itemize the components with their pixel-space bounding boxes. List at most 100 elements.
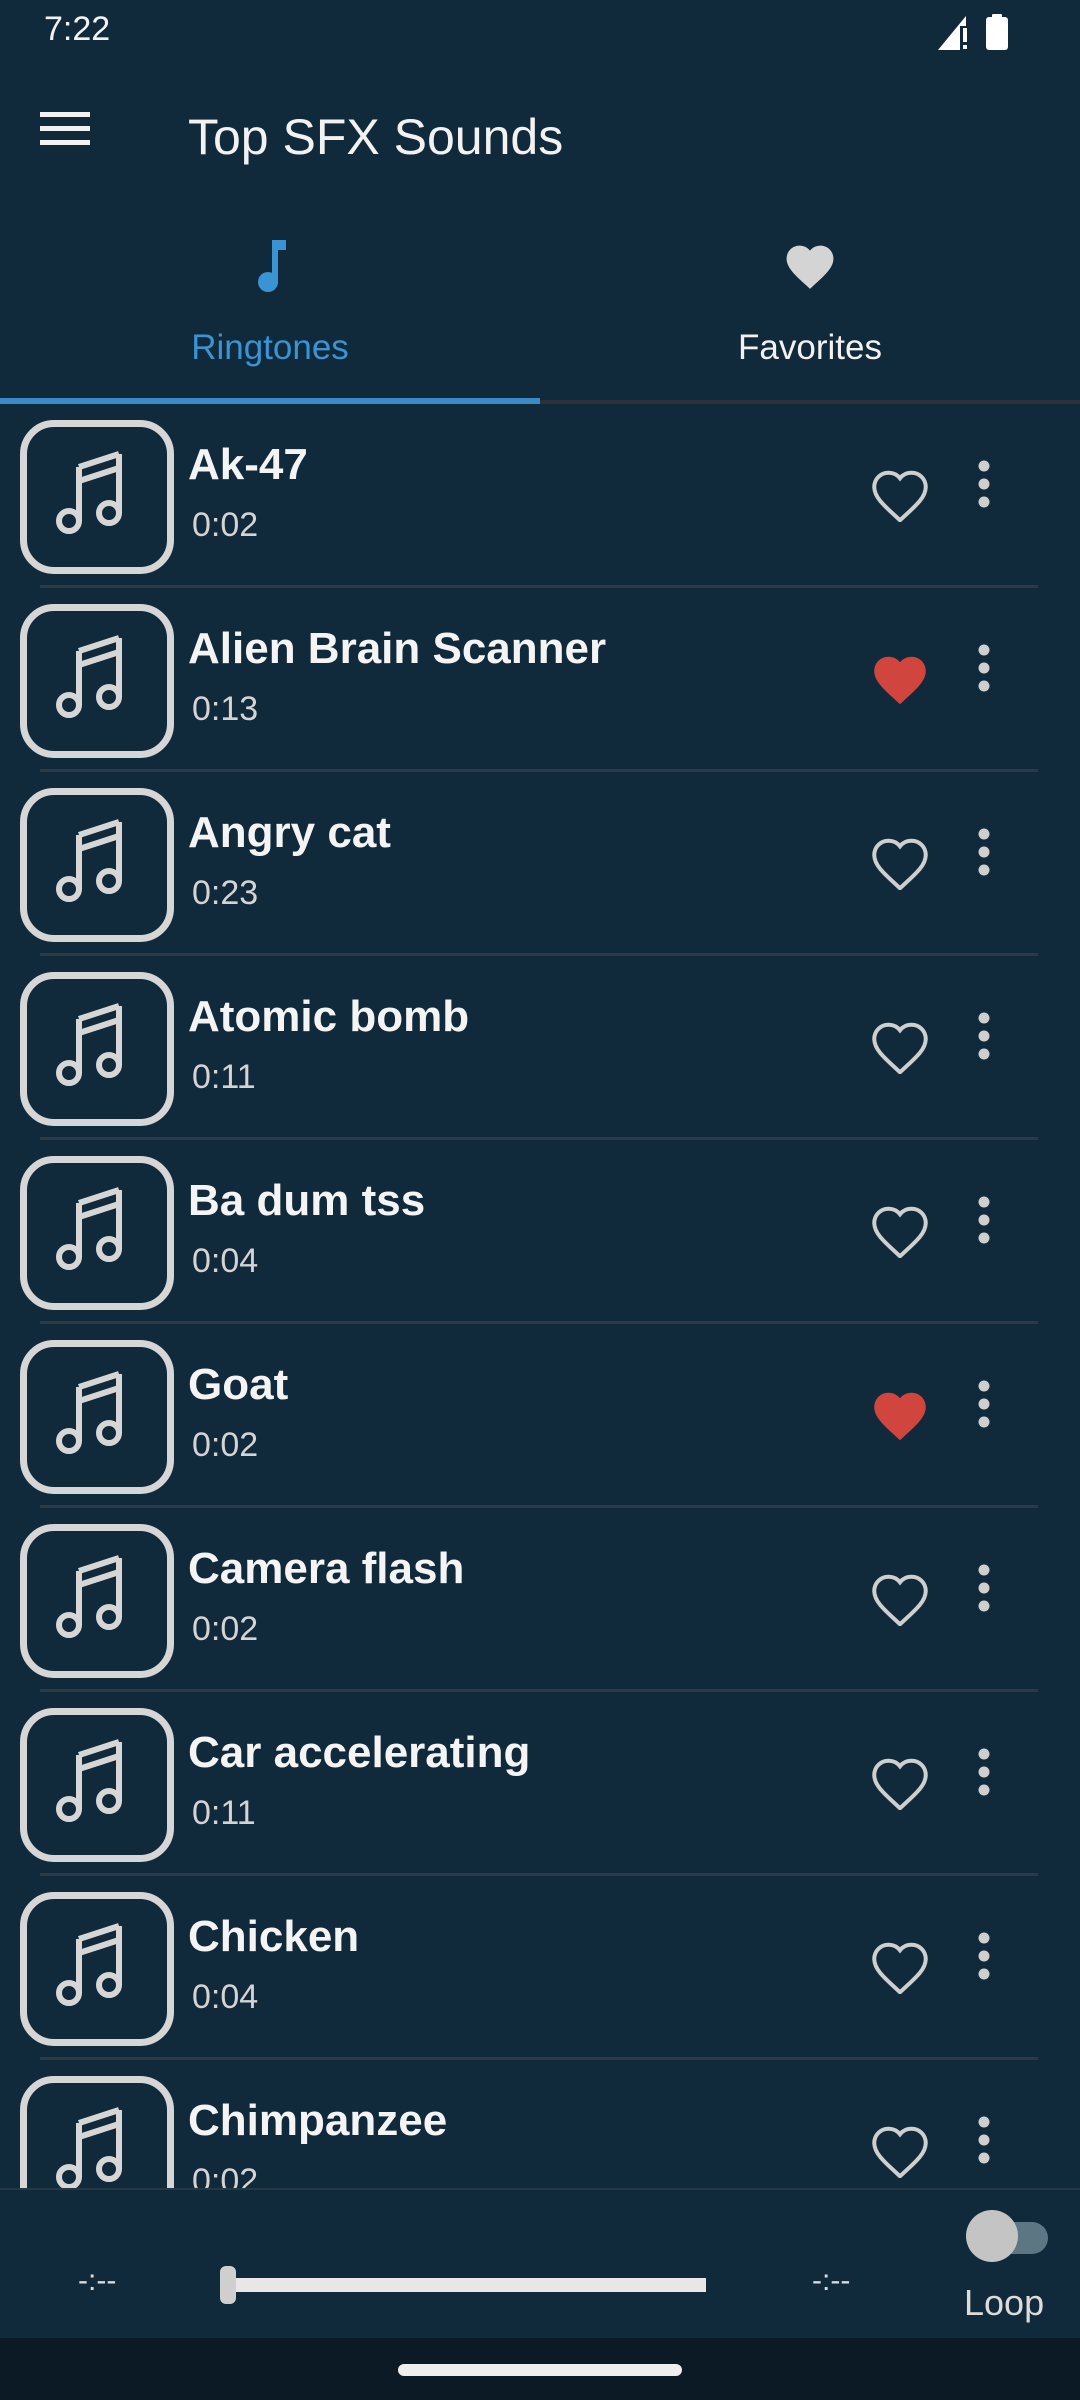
more-vert-icon	[976, 1380, 992, 1432]
more-options-button[interactable]	[976, 460, 1016, 532]
favorite-button[interactable]	[870, 466, 936, 526]
heart-outline-icon	[870, 1758, 930, 1814]
more-options-button[interactable]	[976, 644, 1016, 716]
favorite-button[interactable]	[870, 1570, 936, 1630]
sound-list-item[interactable]: Alien Brain Scanner 0:13	[0, 588, 1080, 772]
home-gesture-handle[interactable]	[398, 2364, 682, 2376]
battery-icon	[986, 14, 1008, 55]
tab-label: Favorites	[738, 328, 882, 367]
loop-toggle[interactable]	[966, 2210, 1052, 2266]
sound-list-item[interactable]: Ak-47 0:02	[0, 404, 1080, 588]
more-options-button[interactable]	[976, 1380, 1016, 1452]
sound-thumbnail	[20, 788, 174, 942]
sound-list-item[interactable]: Ba dum tss 0:04	[0, 1140, 1080, 1324]
total-time: -:--	[812, 2264, 851, 2297]
sound-title: Ak-47	[188, 440, 308, 489]
sound-duration: 0:13	[192, 690, 259, 728]
sound-duration: 0:02	[192, 1610, 259, 1648]
sound-list-item[interactable]: Camera flash 0:02	[0, 1508, 1080, 1692]
sound-duration: 0:02	[192, 2162, 259, 2188]
more-options-button[interactable]	[976, 828, 1016, 900]
sound-title: Goat	[188, 1360, 289, 1409]
loop-label: Loop	[964, 2282, 1045, 2323]
sound-duration: 0:23	[192, 874, 259, 912]
more-vert-icon	[976, 1012, 992, 1064]
favorite-button[interactable]	[870, 1938, 936, 1998]
sound-title: Atomic bomb	[188, 992, 470, 1041]
more-vert-icon	[976, 1564, 992, 1616]
sound-duration: 0:11	[192, 1058, 256, 1096]
music-note-icon	[252, 240, 288, 297]
navigation-bar	[0, 2338, 1080, 2400]
sound-duration: 0:11	[192, 1794, 256, 1832]
sound-title: Chicken	[188, 1912, 360, 1961]
more-vert-icon	[976, 460, 992, 512]
sound-thumbnail	[20, 604, 174, 758]
status-time: 7:22	[44, 10, 111, 48]
tab-label: Ringtones	[191, 328, 349, 367]
sound-duration: 0:04	[192, 1242, 259, 1280]
sound-thumbnail	[20, 1708, 174, 1862]
hamburger-menu-icon	[40, 112, 90, 150]
heart-filled-icon	[870, 1392, 930, 1446]
sound-thumbnail	[20, 2076, 174, 2188]
seek-thumb[interactable]	[220, 2266, 236, 2304]
favorite-button[interactable]	[870, 2122, 936, 2182]
player-bar: -:-- -:-- Loop	[0, 2188, 1080, 2342]
sound-list-item[interactable]: Goat 0:02	[0, 1324, 1080, 1508]
tab-ringtones[interactable]: Ringtones	[0, 212, 540, 404]
sound-thumbnail	[20, 1340, 174, 1494]
heart-outline-icon	[870, 1206, 930, 1262]
more-vert-icon	[976, 1196, 992, 1248]
favorite-button[interactable]	[870, 834, 936, 894]
more-vert-icon	[976, 1748, 992, 1800]
signal-alert-icon	[938, 16, 974, 55]
more-options-button[interactable]	[976, 1196, 1016, 1268]
sound-duration: 0:04	[192, 1978, 259, 2016]
more-vert-icon	[976, 1932, 992, 1984]
sound-duration: 0:02	[192, 1426, 259, 1464]
current-time: -:--	[78, 2264, 117, 2297]
sound-thumbnail	[20, 1892, 174, 2046]
app-bar: Top SFX Sounds	[0, 62, 1080, 212]
seek-bar[interactable]	[222, 2278, 706, 2292]
sound-title: Angry cat	[188, 808, 391, 857]
heart-outline-icon	[870, 2126, 930, 2182]
more-options-button[interactable]	[976, 2116, 1016, 2188]
sound-list-item[interactable]: Chicken 0:04	[0, 1876, 1080, 2060]
sound-thumbnail	[20, 972, 174, 1126]
heart-outline-icon	[870, 838, 930, 894]
tab-bar: Ringtones Favorites	[0, 212, 1080, 404]
tab-favorites[interactable]: Favorites	[540, 212, 1080, 400]
sound-duration: 0:02	[192, 506, 259, 544]
sound-thumbnail	[20, 1156, 174, 1310]
heart-outline-icon	[870, 1942, 930, 1998]
status-bar: 7:22	[0, 0, 1080, 62]
more-vert-icon	[976, 2116, 992, 2168]
sound-thumbnail	[20, 1524, 174, 1678]
sound-list[interactable]: Ak-47 0:02 Alien Brain Scanner 0:13 Angr…	[0, 404, 1080, 2188]
favorite-button[interactable]	[870, 1018, 936, 1078]
sound-list-item[interactable]: Angry cat 0:23	[0, 772, 1080, 956]
more-options-button[interactable]	[976, 1012, 1016, 1084]
sound-title: Ba dum tss	[188, 1176, 426, 1225]
favorite-button[interactable]	[870, 1386, 936, 1446]
more-vert-icon	[976, 828, 992, 880]
favorite-button[interactable]	[870, 1754, 936, 1814]
favorite-button[interactable]	[870, 1202, 936, 1262]
sound-title: Car accelerating	[188, 1728, 531, 1777]
menu-button[interactable]	[40, 112, 106, 162]
more-options-button[interactable]	[976, 1932, 1016, 2004]
sound-list-item[interactable]: Car accelerating 0:11	[0, 1692, 1080, 1876]
favorite-button[interactable]	[870, 650, 936, 710]
sound-thumbnail	[20, 420, 174, 574]
sound-title: Camera flash	[188, 1544, 465, 1593]
more-options-button[interactable]	[976, 1564, 1016, 1636]
sound-list-item[interactable]: Chimpanzee 0:02	[0, 2060, 1080, 2188]
heart-outline-icon	[870, 1022, 930, 1078]
more-options-button[interactable]	[976, 1748, 1016, 1820]
heart-filled-icon	[870, 656, 930, 710]
sound-title: Chimpanzee	[188, 2096, 448, 2145]
heart-outline-icon	[870, 1574, 930, 1630]
sound-list-item[interactable]: Atomic bomb 0:11	[0, 956, 1080, 1140]
